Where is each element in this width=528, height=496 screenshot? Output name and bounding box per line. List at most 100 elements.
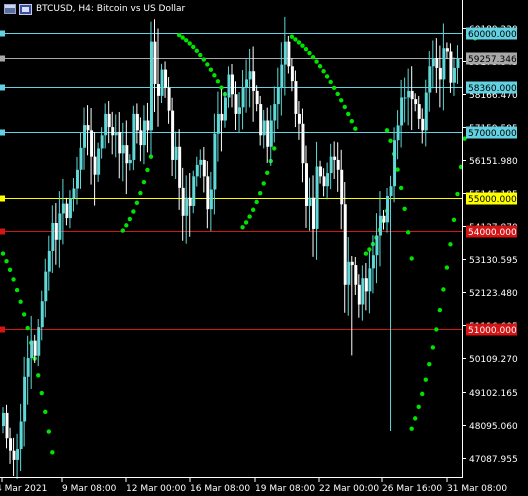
sar-dot: [240, 225, 245, 230]
bull-candle: [227, 74, 231, 98]
sar-dot: [198, 52, 203, 58]
bear-candle: [153, 41, 157, 85]
sar-dot: [43, 409, 48, 414]
level-anchor[interactable]: [0, 30, 5, 37]
sar-dot: [307, 50, 312, 56]
bull-candle: [371, 255, 375, 269]
bull-candle: [452, 67, 456, 83]
sar-dot: [208, 67, 214, 72]
bull-candle: [83, 125, 87, 148]
bear-candle: [343, 204, 347, 285]
bear-candle: [445, 48, 449, 52]
bear-candle: [135, 113, 139, 131]
bull-candle: [273, 104, 277, 121]
bear-candle: [111, 127, 115, 136]
bull-candle: [403, 97, 407, 99]
level-anchor[interactable]: [0, 84, 5, 91]
sar-dot: [120, 228, 125, 233]
bull-candle: [142, 120, 146, 146]
bull-candle: [79, 147, 83, 170]
sar-dot: [50, 450, 55, 455]
bear-candle: [421, 118, 425, 131]
sar-dot: [215, 79, 221, 84]
chart-window-icon[interactable]: [19, 3, 32, 15]
sar-dot: [21, 312, 27, 317]
sar-dot: [416, 404, 421, 409]
sar-dot: [36, 373, 41, 378]
level-anchor[interactable]: [0, 55, 5, 62]
bull-candle: [40, 301, 44, 328]
level-price-text: 58360.000: [468, 84, 517, 94]
sar-dot: [25, 325, 30, 331]
bull-candle: [315, 166, 319, 229]
price-tick-label: 52123.480: [469, 289, 518, 299]
level-anchor[interactable]: [0, 326, 5, 333]
sar-dot: [388, 138, 393, 144]
time-tick-label: 19 Mar 08:00: [255, 484, 315, 494]
bull-candle: [241, 87, 245, 108]
bull-candle: [276, 87, 280, 105]
bear-candle: [206, 176, 210, 210]
chart-header: BTCUSD, H4: Bitcoin vs US Dollar: [4, 2, 185, 16]
sar-dot: [455, 191, 460, 197]
sar-dot: [257, 191, 263, 196]
level-anchor[interactable]: [0, 228, 5, 235]
bear-candle: [9, 438, 13, 451]
price-tick-label: 53130.595: [469, 256, 518, 266]
bull-candle: [248, 71, 252, 80]
sar-dot: [243, 220, 249, 225]
bear-candle: [340, 169, 344, 205]
bear-candle: [220, 113, 224, 121]
bear-candle: [354, 265, 358, 285]
sar-dot: [293, 37, 298, 42]
time-tick-label: 9 Mar 08:00: [62, 484, 117, 494]
symbol-list-icon[interactable]: [4, 4, 16, 14]
sar-dot: [328, 79, 333, 85]
bull-candle: [199, 159, 203, 165]
sar-dot: [138, 190, 143, 196]
sar-dot: [261, 181, 266, 186]
sar-dot: [324, 74, 330, 79]
bull-candle: [61, 203, 65, 214]
bear-candle: [357, 284, 361, 305]
bull-candle: [238, 107, 242, 114]
bull-candle: [75, 169, 79, 189]
bull-candle: [396, 125, 400, 141]
bull-candle: [326, 173, 330, 187]
time-tick-label: 16 Mar 08:00: [190, 484, 250, 494]
bull-candle: [121, 145, 125, 154]
sar-dot: [423, 377, 428, 382]
bull-candle: [44, 271, 48, 302]
sar-dot: [39, 390, 44, 396]
sar-dot: [272, 146, 277, 151]
sar-dot: [14, 287, 20, 293]
bull-candle: [132, 113, 136, 160]
time-tick-label: 26 Mar 16:00: [382, 484, 442, 494]
bear-candle: [336, 159, 340, 170]
level-anchor[interactable]: [0, 129, 5, 136]
bear-candle: [364, 278, 368, 292]
sar-dot: [346, 111, 351, 117]
bear-candle: [93, 156, 97, 175]
bear-candle: [304, 163, 308, 206]
bear-candle: [259, 104, 263, 136]
bear-candle: [167, 87, 171, 111]
bear-candle: [255, 90, 259, 105]
bear-candle: [294, 81, 298, 114]
sar-dot: [331, 85, 337, 91]
bear-candle: [86, 125, 90, 131]
sar-dot: [317, 64, 323, 69]
sar-dot: [303, 47, 309, 52]
bear-candle: [202, 159, 206, 177]
bear-candle: [157, 84, 161, 96]
sar-dot: [398, 185, 404, 191]
bear-candle: [290, 66, 294, 82]
bull-candle: [431, 58, 435, 67]
bull-candle: [245, 79, 249, 88]
bull-candle: [97, 148, 101, 175]
price-chart[interactable]: 60180.22059173.34558166.47057159.5955615…: [0, 0, 528, 496]
bear-candle: [90, 130, 94, 157]
bear-candle: [287, 41, 291, 67]
bear-candle: [333, 156, 337, 160]
level-anchor[interactable]: [0, 195, 5, 202]
